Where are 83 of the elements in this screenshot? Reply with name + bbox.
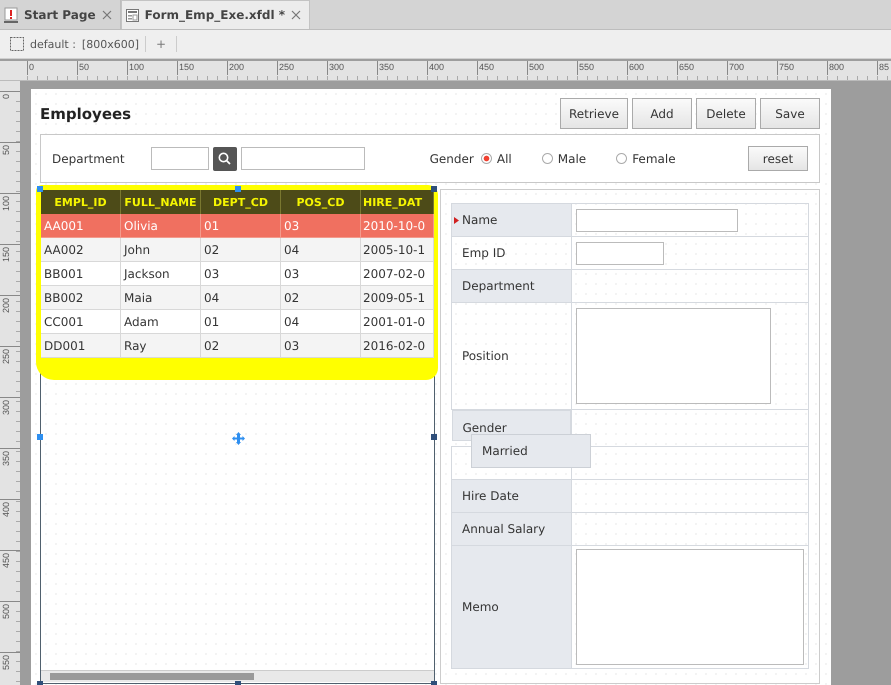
married-label-tooltip: Married (471, 434, 591, 468)
ruler-label: 600 (627, 61, 677, 75)
ruler-label: 800 (827, 61, 877, 75)
ruler-label: 400 (427, 61, 477, 75)
table-row[interactable]: CC001 Adam 01 04 2001-01-0 (41, 310, 434, 334)
scrollbar-thumb[interactable] (50, 673, 254, 680)
ruler-label: 200 (227, 61, 277, 75)
table-cell: 02 (201, 334, 281, 358)
close-icon[interactable] (291, 10, 302, 20)
move-icon[interactable] (232, 432, 245, 445)
layout-size: [800x600] (82, 38, 140, 50)
ruler-label: 200 (1, 298, 11, 316)
resize-handle[interactable] (37, 434, 43, 440)
tab[interactable]: Start Page (0, 0, 121, 29)
table-cell: 03 (281, 334, 361, 358)
ruler-label: 0 (1, 94, 11, 102)
add-button[interactable]: + (152, 37, 170, 51)
resize-handle[interactable] (431, 434, 437, 440)
ruler-label: 50 (77, 61, 127, 75)
field-label: Memo (452, 546, 571, 668)
department-code-field[interactable] (150, 147, 209, 170)
ruler-label: 550 (577, 61, 627, 75)
ruler-label: 650 (677, 61, 727, 75)
field-label: Annual Salary (452, 512, 571, 546)
ruler-label: 250 (1, 349, 11, 366)
radio-option[interactable]: All (480, 152, 512, 166)
ruler-label: 400 (1, 502, 11, 520)
close-icon[interactable] (102, 10, 112, 20)
ruler-label: 300 (327, 61, 377, 75)
ruler-label: 100 (127, 61, 177, 75)
ruler-label: 500 (1, 604, 11, 622)
text-field[interactable] (576, 208, 738, 232)
ruler-label: 450 (1, 553, 11, 570)
ruler-label: 500 (527, 61, 577, 75)
gender-label: Gender (430, 152, 474, 166)
toolbar-button[interactable]: Retrieve (560, 98, 628, 129)
form-title: Employees (40, 104, 132, 122)
department-name-field[interactable] (240, 147, 365, 170)
layout-icon[interactable] (10, 37, 24, 51)
ruler-label: 350 (377, 61, 427, 75)
ruler-label: 50 (1, 145, 11, 158)
horizontal-scrollbar[interactable] (41, 670, 434, 682)
resize-handle[interactable] (37, 186, 43, 192)
text-field[interactable] (576, 242, 664, 264)
toolbar-button[interactable]: Delete (696, 98, 756, 129)
layout-label: default : (30, 38, 76, 50)
department-label: Department (52, 152, 125, 166)
ruler-label: 350 (1, 451, 11, 468)
resize-handle[interactable] (431, 186, 437, 192)
ruler-label: 300 (1, 400, 11, 418)
ruler-label: 700 (727, 61, 777, 75)
resize-handle[interactable] (235, 186, 241, 192)
table-row[interactable]: BB002 Maia 04 02 2009-05-1 (41, 286, 434, 310)
radio-option[interactable]: Male (542, 152, 586, 166)
text-area[interactable] (576, 308, 770, 404)
toolbar-button[interactable]: Add (632, 98, 692, 129)
ruler-label: 0 (27, 61, 77, 75)
field-label: Hire Date (452, 480, 571, 512)
radio-option[interactable]: Female (616, 152, 676, 166)
tab[interactable]: Form_Emp_Exe.xfdl * (120, 0, 310, 29)
table-cell: 2016-02-0 (361, 334, 434, 358)
ruler-label: 550 (1, 655, 11, 672)
reset-button[interactable]: reset (748, 146, 808, 171)
field-label: Department (452, 270, 571, 302)
search-button[interactable] (212, 146, 237, 170)
table-cell: Ray (121, 334, 201, 358)
text-area[interactable] (576, 549, 804, 665)
ruler-label: 150 (1, 247, 11, 264)
table-row[interactable]: DD001 Ray 02 03 2016-02-0 (41, 334, 434, 358)
ruler-label: 100 (1, 196, 11, 214)
table-cell: DD001 (41, 334, 121, 358)
ruler-label: 250 (277, 61, 327, 75)
field-label: Name (452, 204, 571, 236)
ruler-label: 85 (877, 61, 891, 75)
warning-page-icon (4, 6, 18, 22)
table-row[interactable]: BB001 Jackson 03 03 2007-02-0 (41, 262, 434, 286)
ruler-label: 150 (177, 61, 227, 75)
search-icon (218, 152, 232, 165)
ruler-label: 450 (477, 61, 527, 75)
table-row[interactable]: AA002 John 02 04 2005-10-1 (41, 238, 434, 262)
ruler-label: 750 (777, 61, 827, 75)
form-icon (126, 8, 139, 22)
toolbar-button[interactable]: Save (760, 98, 820, 129)
